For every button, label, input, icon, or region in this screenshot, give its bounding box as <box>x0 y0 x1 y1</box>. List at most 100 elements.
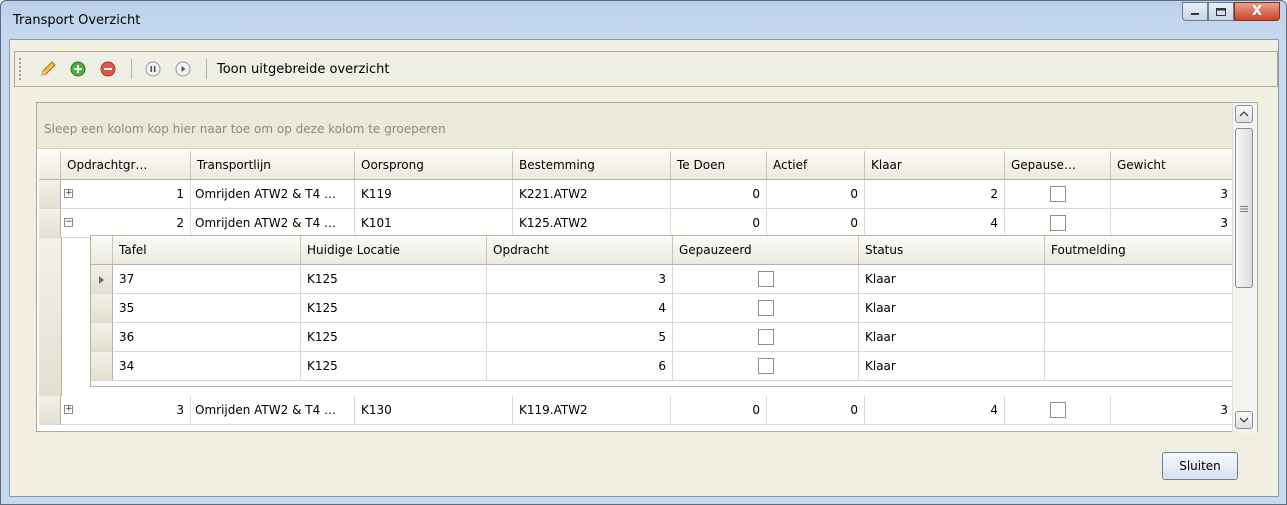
bestemming-cell[interactable]: K119.ATW2 <box>513 396 671 425</box>
gepauzeerd-checkbox[interactable] <box>758 358 774 374</box>
expand-plus-icon[interactable]: + <box>64 405 73 414</box>
gepauzeerd-checkbox[interactable] <box>1050 186 1066 202</box>
remove-button[interactable] <box>97 58 119 80</box>
scroll-up-button[interactable] <box>1235 105 1253 123</box>
row-indicator[interactable] <box>91 294 113 323</box>
opdracht-cell[interactable]: 6 <box>487 352 673 381</box>
status-cell[interactable]: Klaar <box>859 323 1045 352</box>
row-indicator[interactable] <box>91 265 113 294</box>
klaar-cell[interactable]: 4 <box>865 209 1005 238</box>
gepauzeerd-cell <box>1005 180 1111 209</box>
column-header[interactable]: Gepause… <box>1005 151 1111 180</box>
status-cell[interactable]: Klaar <box>859 294 1045 323</box>
minimize-button[interactable] <box>1182 2 1208 21</box>
locatie-cell[interactable]: K125 <box>301 294 487 323</box>
row-indicator[interactable] <box>39 396 61 425</box>
pause-button[interactable] <box>142 58 164 80</box>
foutmelding-cell[interactable] <box>1045 294 1234 323</box>
sluiten-button[interactable]: Sluiten <box>1162 452 1238 480</box>
row-indicator[interactable] <box>39 209 61 238</box>
te-doen-cell[interactable]: 0 <box>671 180 767 209</box>
gepauzeerd-checkbox[interactable] <box>1050 215 1066 231</box>
locatie-cell[interactable]: K125 <box>301 352 487 381</box>
scroll-thumb[interactable] <box>1235 128 1253 288</box>
transportlijn-cell[interactable]: Omrijden ATW2 & T4 … <box>191 396 355 425</box>
gewicht-cell[interactable]: 3 <box>1111 396 1235 425</box>
vertical-scrollbar[interactable] <box>1232 103 1257 433</box>
detail-column-header[interactable]: Huidige Locatie <box>301 236 487 265</box>
table-row[interactable]: + 3 Omrijden ATW2 & T4 … K130 K119.ATW2 … <box>39 396 1235 425</box>
gewicht-cell[interactable]: 3 <box>1111 209 1235 238</box>
oorsprong-cell[interactable]: K101 <box>355 209 513 238</box>
gepauzeerd-checkbox[interactable] <box>758 271 774 287</box>
table-row[interactable]: − 2 Omrijden ATW2 & T4 … K101 K125.ATW2 … <box>39 209 1235 238</box>
locatie-cell[interactable]: K125 <box>301 265 487 294</box>
bestemming-cell[interactable]: K125.ATW2 <box>513 209 671 238</box>
oorsprong-cell[interactable]: K130 <box>355 396 513 425</box>
bestemming-cell[interactable]: K221.ATW2 <box>513 180 671 209</box>
foutmelding-cell[interactable] <box>1045 352 1234 381</box>
actief-cell[interactable]: 0 <box>767 396 865 425</box>
opdracht-cell[interactable]: 3 <box>487 265 673 294</box>
expand-plus-icon[interactable]: + <box>64 189 73 198</box>
column-header[interactable]: Gewicht <box>1111 151 1235 180</box>
tafel-cell[interactable]: 34 <box>113 352 301 381</box>
title-bar[interactable]: Transport Overzicht X <box>1 1 1286 39</box>
te-doen-cell[interactable]: 0 <box>671 396 767 425</box>
scroll-down-button[interactable] <box>1235 411 1253 429</box>
play-button[interactable] <box>172 58 194 80</box>
te-doen-cell[interactable]: 0 <box>671 209 767 238</box>
oorsprong-cell[interactable]: K119 <box>355 180 513 209</box>
detail-row[interactable]: 35 K125 4 Klaar <box>91 294 1236 323</box>
edit-button[interactable] <box>37 58 59 80</box>
detail-row[interactable]: 37 K125 3 Klaar <box>91 265 1236 294</box>
column-header[interactable]: Actief <box>767 151 865 180</box>
gepauzeerd-checkbox[interactable] <box>758 329 774 345</box>
row-indicator[interactable] <box>91 323 113 352</box>
group-panel[interactable]: Sleep een kolom kop hier naar toe om op … <box>37 103 1233 149</box>
detail-column-header[interactable]: Foutmelding <box>1045 236 1234 265</box>
opdracht-cell[interactable]: 5 <box>487 323 673 352</box>
actief-cell[interactable]: 0 <box>767 209 865 238</box>
column-header[interactable]: Klaar <box>865 151 1005 180</box>
detail-header-row: Tafel Huidige Locatie Opdracht Gepauzeer… <box>91 236 1236 265</box>
column-header[interactable]: Te Doen <box>671 151 767 180</box>
table-row[interactable]: + 1 Omrijden ATW2 & T4 … K119 K221.ATW2 … <box>39 180 1235 209</box>
column-header[interactable]: Transportlijn <box>191 151 355 180</box>
toon-uitgebreide-overzicht-button[interactable]: Toon uitgebreide overzicht <box>217 62 389 77</box>
klaar-cell[interactable]: 4 <box>865 396 1005 425</box>
status-cell[interactable]: Klaar <box>859 265 1045 294</box>
toolbar-grip[interactable] <box>19 58 25 80</box>
status-cell[interactable]: Klaar <box>859 352 1045 381</box>
transportlijn-cell[interactable]: Omrijden ATW2 & T4 … <box>191 209 355 238</box>
column-header[interactable]: Bestemming <box>513 151 671 180</box>
transportlijn-cell[interactable]: Omrijden ATW2 & T4 … <box>191 180 355 209</box>
close-window-button[interactable]: X <box>1234 2 1280 21</box>
gepauzeerd-checkbox[interactable] <box>1050 402 1066 418</box>
detail-column-header[interactable]: Gepauzeerd <box>673 236 859 265</box>
detail-column-header[interactable]: Opdracht <box>487 236 673 265</box>
klaar-cell[interactable]: 2 <box>865 180 1005 209</box>
foutmelding-cell[interactable] <box>1045 265 1234 294</box>
tafel-cell[interactable]: 35 <box>113 294 301 323</box>
toolbar-separator <box>206 59 207 79</box>
tafel-cell[interactable]: 36 <box>113 323 301 352</box>
add-button[interactable] <box>67 58 89 80</box>
gewicht-cell[interactable]: 3 <box>1111 180 1235 209</box>
detail-row[interactable]: 34 K125 6 Klaar <box>91 352 1236 381</box>
actief-cell[interactable]: 0 <box>767 180 865 209</box>
opdracht-cell[interactable]: 4 <box>487 294 673 323</box>
detail-column-header[interactable]: Tafel <box>113 236 301 265</box>
gepauzeerd-checkbox[interactable] <box>758 300 774 316</box>
row-indicator[interactable] <box>39 180 61 209</box>
foutmelding-cell[interactable] <box>1045 323 1234 352</box>
detail-row[interactable]: 36 K125 5 Klaar <box>91 323 1236 352</box>
row-indicator[interactable] <box>91 352 113 381</box>
column-header[interactable]: Oorsprong <box>355 151 513 180</box>
column-header[interactable]: Opdrachtgr… <box>61 151 191 180</box>
detail-column-header[interactable]: Status <box>859 236 1045 265</box>
tafel-cell[interactable]: 37 <box>113 265 301 294</box>
maximize-button[interactable] <box>1208 2 1234 21</box>
locatie-cell[interactable]: K125 <box>301 323 487 352</box>
collapse-minus-icon[interactable]: − <box>64 218 73 227</box>
